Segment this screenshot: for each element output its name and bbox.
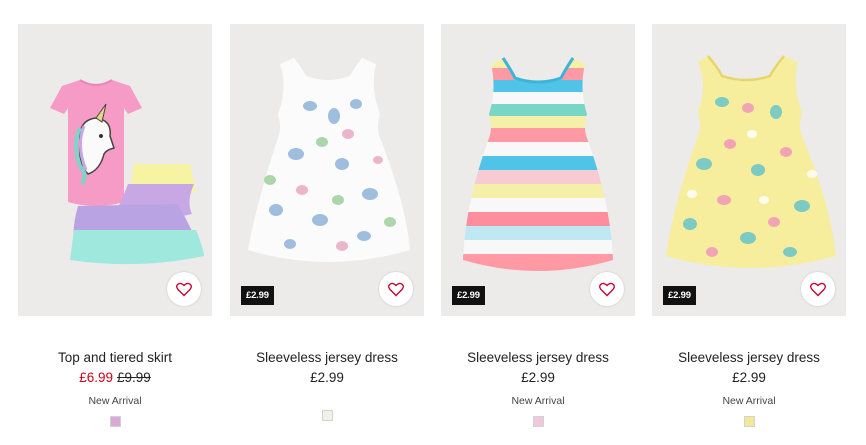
heart-icon [599, 282, 615, 296]
product-card[interactable]: £2.99 Sleeveless jersey dress £2.99 [230, 24, 424, 426]
product-image[interactable] [18, 24, 212, 316]
product-info: Sleeveless jersey dress £2.99 [230, 350, 424, 426]
heart-icon [176, 282, 192, 296]
price-row: £2.99 [230, 370, 424, 386]
product-info: Sleeveless jersey dress £2.99 New Arriva… [441, 350, 635, 432]
new-arrival-badge: New Arrival [88, 395, 142, 407]
original-price: £9.99 [117, 370, 151, 385]
product-image[interactable]: £2.99 [652, 24, 846, 316]
favorite-button[interactable] [801, 272, 835, 306]
color-swatch[interactable] [321, 410, 333, 421]
new-arrival-badge: New Arrival [722, 395, 776, 407]
product-title[interactable]: Sleeveless jersey dress [230, 350, 424, 366]
product-info: Sleeveless jersey dress £2.99 New Arriva… [652, 350, 846, 432]
product-price: £2.99 [521, 370, 555, 385]
sale-price: £6.99 [79, 370, 113, 385]
product-image[interactable]: £2.99 [230, 24, 424, 316]
product-title[interactable]: Sleeveless jersey dress [441, 350, 635, 366]
product-card[interactable]: £2.99 Sleeveless jersey dress £2.99 New … [652, 24, 846, 432]
product-price: £2.99 [310, 370, 344, 385]
product-info: Top and tiered skirt £6.99 £9.99 New Arri… [18, 350, 212, 432]
price-row: £2.99 [652, 370, 846, 386]
price-tag: £2.99 [452, 286, 485, 305]
product-title[interactable]: Top and tiered skirt [18, 350, 212, 366]
price-row: £2.99 [441, 370, 635, 386]
color-swatch[interactable] [532, 416, 544, 427]
product-card[interactable]: Top and tiered skirt £6.99 £9.99 New Arri… [18, 24, 212, 432]
product-price: £2.99 [732, 370, 766, 385]
product-title[interactable]: Sleeveless jersey dress [652, 350, 846, 366]
price-tag: £2.99 [241, 286, 274, 305]
new-arrival-badge: New Arrival [511, 395, 565, 407]
color-swatch[interactable] [109, 416, 121, 427]
badge-placeholder [230, 395, 424, 408]
favorite-button[interactable] [590, 272, 624, 306]
color-swatch[interactable] [743, 416, 755, 427]
favorite-button[interactable] [379, 272, 413, 306]
heart-icon [810, 282, 826, 296]
product-image[interactable]: £2.99 [441, 24, 635, 316]
price-tag: £2.99 [663, 286, 696, 305]
favorite-button[interactable] [167, 272, 201, 306]
product-card[interactable]: £2.99 Sleeveless jersey dress £2.99 New … [441, 24, 635, 432]
price-row: £6.99 £9.99 [18, 370, 212, 386]
heart-icon [388, 282, 404, 296]
product-grid: Top and tiered skirt £6.99 £9.99 New Arri… [0, 0, 866, 445]
